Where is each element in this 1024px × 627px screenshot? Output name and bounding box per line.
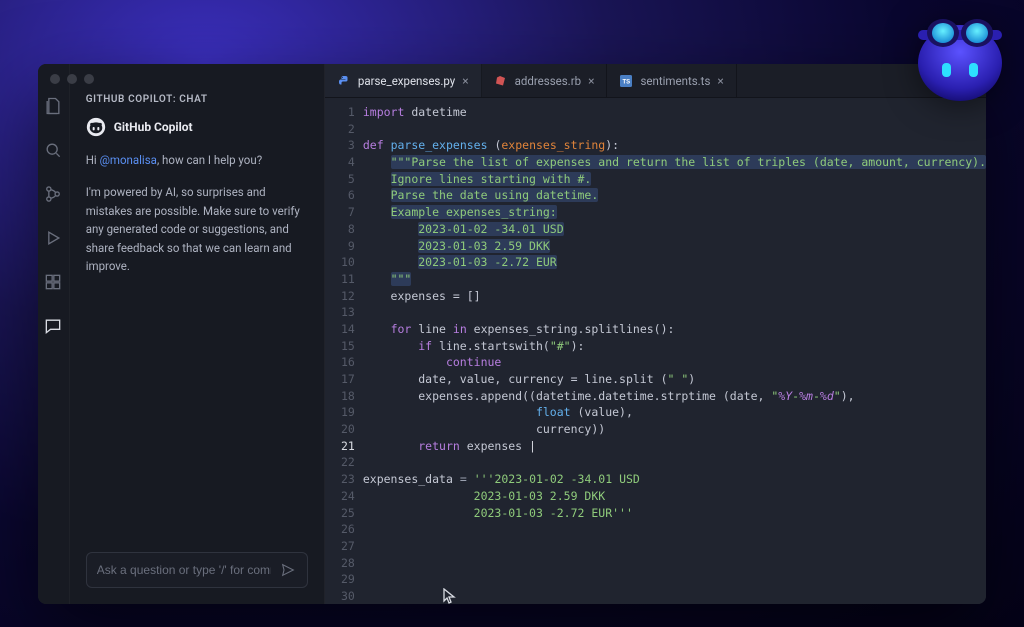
tab-close-icon[interactable]: × <box>462 74 468 88</box>
chat-send-icon[interactable] <box>279 561 297 579</box>
tab-close-icon[interactable]: × <box>717 74 723 88</box>
chat-body: GitHub Copilot Hi @monalisa, how can I h… <box>70 113 324 540</box>
copilot-avatar-icon <box>86 117 106 137</box>
code-content[interactable]: import datetime def parse_expenses (expe… <box>363 104 986 604</box>
chat-greeting-prefix: Hi <box>86 153 100 167</box>
window-traffic-lights <box>50 74 94 84</box>
chat-input[interactable] <box>86 552 308 588</box>
traffic-minimize[interactable] <box>67 74 77 84</box>
typescript-icon: TS <box>619 74 633 88</box>
chat-greeting-suffix: , how can I help you? <box>157 153 262 167</box>
activitybar <box>38 64 70 604</box>
search-icon[interactable] <box>39 136 67 164</box>
chat-mention[interactable]: @monalisa <box>100 153 157 167</box>
extensions-icon[interactable] <box>39 268 67 296</box>
tab-label: sentiments.ts <box>640 74 710 88</box>
tab-close-icon[interactable]: × <box>588 74 594 88</box>
chat-disclaimer: I'm powered by AI, so surprises and mist… <box>86 183 308 275</box>
copilot-mascot <box>910 8 1010 108</box>
tab-sentiments[interactable]: TS sentiments.ts × <box>607 64 736 97</box>
editor: parse_expenses.py × addresses.rb × TS se… <box>325 64 986 604</box>
tab-label: addresses.rb <box>515 74 581 88</box>
editor-tabs: parse_expenses.py × addresses.rb × TS se… <box>325 64 986 98</box>
chat-input-wrap <box>70 540 324 604</box>
ruby-icon <box>494 74 508 88</box>
code-area[interactable]: 1234567891011121314151617181920212223242… <box>325 98 986 604</box>
tab-label: parse_expenses.py <box>358 74 455 88</box>
run-debug-icon[interactable] <box>39 224 67 252</box>
traffic-zoom[interactable] <box>84 74 94 84</box>
chat-panel-title: GITHUB COPILOT: CHAT <box>70 78 324 113</box>
chat-greeting: Hi @monalisa, how can I help you? <box>86 151 308 169</box>
copilot-chat-panel: GITHUB COPILOT: CHAT GitHub Copilot Hi @… <box>70 64 325 604</box>
vscode-window: GITHUB COPILOT: CHAT GitHub Copilot Hi @… <box>38 64 986 604</box>
chat-input-field[interactable] <box>97 563 271 577</box>
source-control-icon[interactable] <box>39 180 67 208</box>
traffic-close[interactable] <box>50 74 60 84</box>
tab-addresses[interactable]: addresses.rb × <box>482 64 608 97</box>
explorer-icon[interactable] <box>39 92 67 120</box>
svg-text:TS: TS <box>623 79 631 85</box>
chat-bot-name: GitHub Copilot <box>114 120 193 134</box>
chat-message-header: GitHub Copilot <box>86 117 308 137</box>
chat-icon[interactable] <box>39 312 67 340</box>
tab-parse-expenses[interactable]: parse_expenses.py × <box>325 64 482 97</box>
line-number-gutter: 1234567891011121314151617181920212223242… <box>325 104 363 604</box>
python-icon <box>337 74 351 88</box>
